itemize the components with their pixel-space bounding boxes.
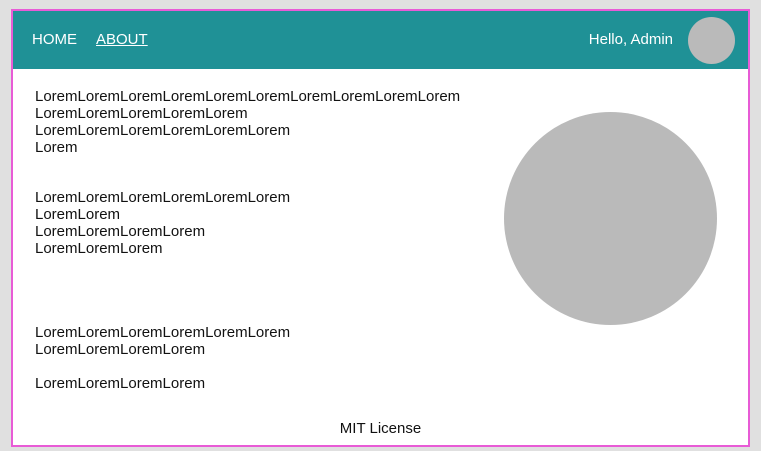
nav-about-link[interactable]: ABOUT: [96, 31, 148, 49]
text-line: LoremLoremLoremLoremLoremLorem: [35, 324, 291, 341]
text-line: LoremLoremLoremLorem: [35, 375, 206, 392]
app-frame: HOME ABOUT Hello, Admin LoremLoremLoremL…: [11, 9, 750, 447]
text-line: Lorem: [35, 139, 78, 156]
text-line: LoremLorem: [35, 206, 121, 223]
text-block-2: LoremLoremLoremLoremLoremLorem LoremLore…: [35, 189, 290, 257]
text-line: LoremLoremLoremLoremLoremLorem: [35, 189, 291, 206]
text-block-4: LoremLoremLoremLorem: [35, 375, 205, 392]
text-block-1: LoremLoremLoremLoremLoremLoremLoremLorem…: [35, 88, 460, 156]
text-line: LoremLoremLoremLorem: [35, 223, 206, 240]
text-line: LoremLoremLoremLoremLoremLoremLoremLorem…: [35, 88, 461, 105]
text-line: LoremLoremLoremLoremLorem: [35, 105, 248, 122]
user-avatar[interactable]: [688, 17, 735, 64]
text-line: LoremLoremLorem: [35, 240, 163, 257]
image-placeholder-circle: [504, 112, 717, 325]
nav-home-link[interactable]: HOME: [32, 31, 77, 49]
top-navbar: HOME ABOUT Hello, Admin: [13, 11, 748, 69]
text-line: LoremLoremLoremLoremLoremLorem: [35, 122, 291, 139]
text-line: LoremLoremLoremLorem: [35, 341, 206, 358]
user-greeting: Hello, Admin: [588, 31, 673, 48]
text-block-3: LoremLoremLoremLoremLoremLorem LoremLore…: [35, 324, 290, 358]
footer-license: MIT License: [339, 420, 422, 437]
